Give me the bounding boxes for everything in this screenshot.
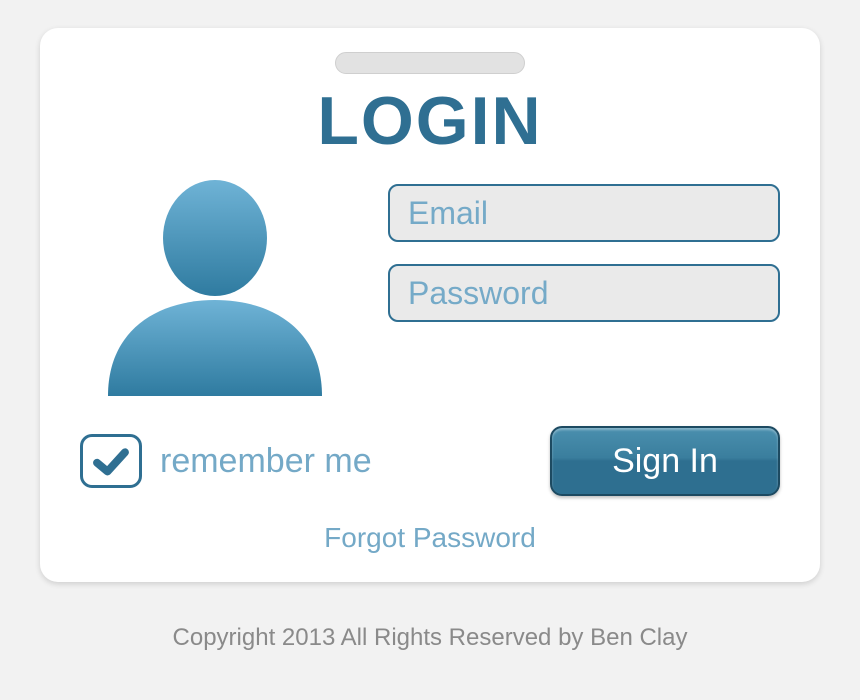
login-card: LOGIN bbox=[40, 28, 820, 582]
remember-me: remember me bbox=[80, 434, 372, 488]
actions-row: remember me Sign In bbox=[80, 426, 780, 496]
forgot-password-link[interactable]: Forgot Password bbox=[80, 522, 780, 554]
fields bbox=[388, 178, 780, 322]
remember-label: remember me bbox=[160, 442, 372, 481]
email-field[interactable] bbox=[388, 184, 780, 242]
sign-in-button[interactable]: Sign In bbox=[550, 426, 780, 496]
main-row bbox=[80, 178, 780, 398]
copyright-text: Copyright 2013 All Rights Reserved by Be… bbox=[173, 624, 688, 652]
avatar bbox=[80, 178, 350, 398]
user-icon bbox=[90, 178, 340, 398]
page-title: LOGIN bbox=[80, 82, 780, 160]
password-field[interactable] bbox=[388, 264, 780, 322]
badge-slot bbox=[335, 52, 525, 74]
remember-checkbox[interactable] bbox=[80, 434, 142, 488]
check-icon bbox=[90, 440, 132, 482]
